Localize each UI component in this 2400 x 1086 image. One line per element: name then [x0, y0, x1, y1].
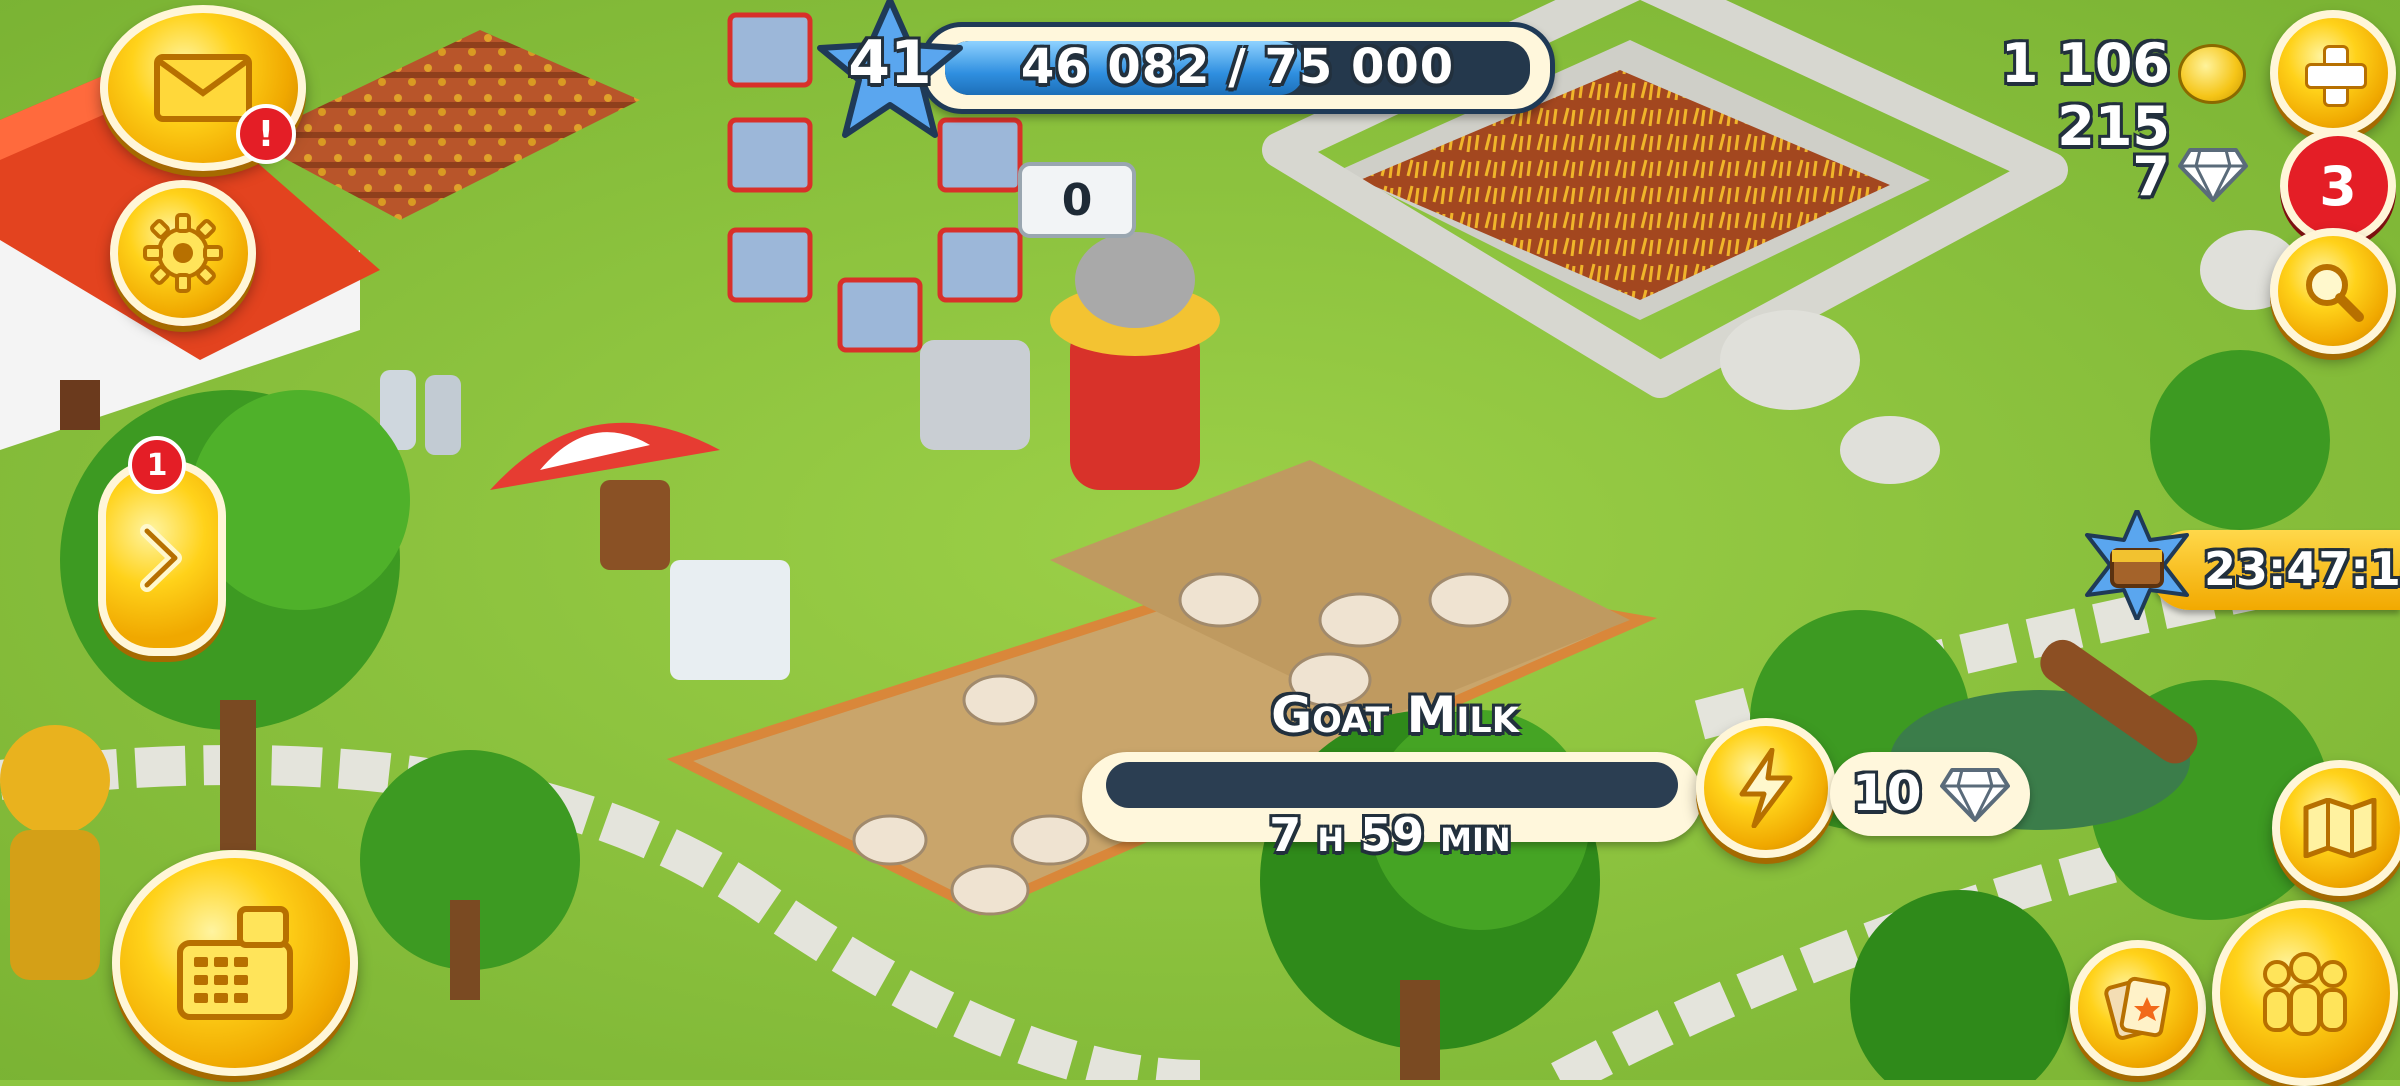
settings-button[interactable] — [110, 180, 256, 326]
magnifier-icon — [2306, 264, 2364, 322]
diamond-icon — [1940, 768, 2010, 822]
map-icon — [2303, 798, 2377, 858]
friends-button[interactable] — [2212, 900, 2398, 1086]
add-coins-button[interactable] — [2270, 10, 2396, 136]
xp-bar[interactable]: 46 082 / 75 000 — [920, 22, 1555, 114]
cards-button[interactable] — [2070, 940, 2206, 1076]
search-button[interactable] — [2270, 228, 2396, 354]
golden-statue — [0, 725, 110, 980]
farm-scene — [0, 0, 2400, 1080]
side-panel-badge: 1 — [128, 436, 186, 494]
gear-icon — [143, 213, 223, 293]
bucket — [920, 340, 1030, 450]
player-level: 41 — [848, 28, 932, 98]
milk-can — [425, 375, 461, 455]
speed-up-cost: 10 — [1852, 764, 1922, 822]
speed-up-cost-pill[interactable]: 10 — [1830, 752, 2030, 836]
speed-up-button[interactable] — [1696, 718, 1836, 858]
coin-count: 1 106 215 — [2000, 32, 2170, 158]
silo-counter-value: 0 — [1061, 174, 1093, 226]
diamond-badge[interactable]: 3 — [2280, 128, 2396, 244]
treasure-chest-icon[interactable] — [2082, 508, 2192, 622]
lightning-icon — [1739, 748, 1793, 828]
cards-icon — [2104, 976, 2171, 1040]
chevron-right-icon — [140, 524, 182, 592]
production-title: Goat Milk — [1271, 686, 1519, 744]
plus-icon — [2305, 45, 2367, 107]
friends-icon — [2263, 952, 2347, 1036]
silo-counter: 0 — [1018, 162, 1136, 238]
diamond-icon — [2178, 148, 2248, 202]
production-progress-track — [1106, 762, 1678, 808]
envelope-icon — [154, 54, 252, 122]
mail-alert-badge: ! — [236, 104, 296, 164]
diamond-count: 7 — [2132, 145, 2170, 208]
coin-icon — [2178, 44, 2246, 104]
xp-text: 46 082 / 75 000 — [1020, 39, 1455, 95]
cash-register-icon — [177, 906, 293, 1020]
event-timer-text: 23:47:14 — [2204, 542, 2400, 596]
shop-button[interactable] — [112, 850, 358, 1076]
production-time-left: 7 h 59 min — [1269, 808, 1511, 862]
map-button[interactable] — [2272, 760, 2400, 896]
level-star[interactable]: 41 — [815, 0, 965, 140]
